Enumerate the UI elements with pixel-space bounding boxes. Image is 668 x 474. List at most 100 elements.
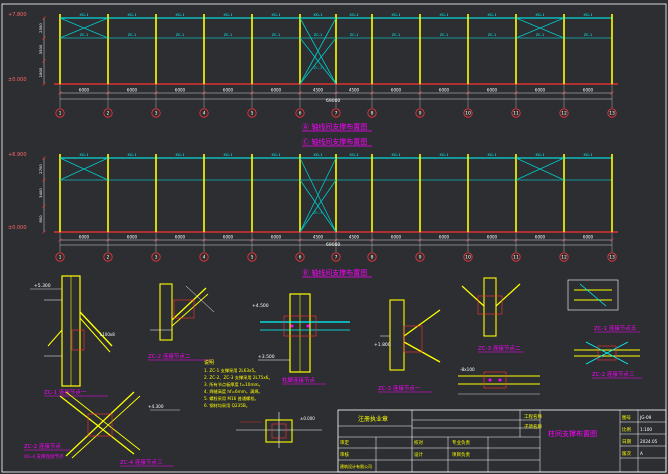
bay-dim-8: 6000: [391, 235, 402, 240]
frame1-total-dim: 69000: [326, 98, 340, 104]
beam-label-7: XG-1: [349, 152, 359, 157]
beam-label-9: XG-1: [439, 152, 449, 157]
note-line-6: 6. 钢材均采用 Q235B。: [204, 402, 250, 409]
axis-label: 9: [419, 255, 422, 261]
tb-row-3: 校对: [414, 439, 423, 446]
bay-dim-8: 6000: [391, 88, 402, 93]
beam-label-11: XG-1: [535, 152, 545, 157]
beam-label-12: XG-1: [583, 152, 593, 157]
bay-dim-3: 6000: [175, 235, 186, 240]
bay-dim-5: 6000: [271, 88, 282, 93]
axis-label: 11: [513, 255, 519, 261]
cad-drawing: 1 2 3 4 5 6 7 8 9 10 11 12 136000XG-1ZC-16000XG-1ZC-…: [1, 3, 667, 473]
strut-label-6: ZC-1: [314, 33, 323, 37]
note-line-4: 4. 焊缝高度 hf=6mm，满焊。: [204, 388, 263, 395]
beam-label-9: XG-1: [439, 12, 449, 17]
strut-label-10: ZC-1: [488, 33, 497, 37]
axis-label: 8: [371, 255, 374, 261]
side-dim-3: 1800: [38, 67, 43, 77]
bay-dim-4: 6000: [223, 235, 234, 240]
axis-label: 3: [155, 111, 158, 117]
axis-label: 13: [609, 111, 615, 117]
title-block-stamp: 注册执业章: [358, 415, 388, 423]
frame2-total-dim: 69000: [326, 242, 340, 248]
sheet-border: [1, 3, 667, 473]
notes-heading: 说明: [204, 359, 214, 366]
tb-col-1: 专业负责: [452, 439, 470, 446]
title-block-subitem: 子项名称: [524, 423, 542, 430]
bay-dim-11: 6000: [535, 88, 546, 93]
beam-label-10: XG-1: [487, 12, 497, 17]
bay-dim-1: 6000: [79, 88, 90, 93]
tb-right-2: 比例: [622, 426, 631, 433]
axis-label: 1: [59, 111, 62, 117]
notes-block: 1. ZC-1 支撑采用 2L63x5。2. ZC-2、ZC-3 支撑采用 2L…: [204, 367, 273, 409]
axis-label: 8: [371, 111, 374, 117]
side-dim-1: 2500: [38, 23, 43, 33]
bay-dim-4: 6000: [223, 88, 234, 93]
beam-label-1: XG-1: [79, 12, 89, 17]
bay-dim-9: 6000: [439, 235, 450, 240]
detail-5-title: ZC-3 连接节点二: [478, 344, 521, 352]
bay-dim-9: 6000: [439, 88, 450, 93]
strut-label-11: ZC-1: [536, 33, 545, 37]
axis-label: 9: [419, 111, 422, 117]
strut-label-1: ZC-1: [80, 33, 89, 37]
side-dim-3: 800: [38, 215, 43, 223]
axis-label: 7: [335, 255, 338, 261]
detail-3-elev: +4.500: [252, 303, 269, 309]
detail-4-elev: +1.800: [374, 342, 391, 348]
detail-7-title: ZC-2 连接节点三: [592, 370, 635, 378]
bay-dim-12: 6000: [583, 235, 594, 240]
detail-2-title: ZC-2 连接节点二: [148, 352, 191, 360]
beam-label-8: XG-1: [391, 12, 401, 17]
note-line-1: 1. ZC-1 支撑采用 2L63x5。: [204, 367, 258, 374]
side-dim-2: 3400: [38, 188, 43, 198]
beam-label-1: XG-1: [79, 152, 89, 157]
axis-label: 10: [465, 255, 471, 261]
axis-label: 4: [203, 111, 206, 117]
detail-3-title: 柱脚连接节点: [282, 376, 316, 384]
detail-9: [59, 391, 180, 459]
tb-row-1: 审定: [340, 439, 349, 446]
beam-label-4: XG-1: [223, 152, 233, 157]
bay-dim-3: 6000: [175, 88, 186, 93]
strut-label-12: ZC-1: [584, 33, 593, 37]
beam-label-5: XG-1: [271, 12, 281, 17]
detail-11-elev: ±0.000: [300, 416, 315, 421]
beam-label-3: XG-1: [175, 12, 185, 17]
tb-value-3: 2024.05: [640, 439, 658, 444]
beam-label-4: XG-1: [223, 12, 233, 17]
detail-1-title: ZC-1 连接节点一: [44, 388, 87, 396]
bay-dim-2: 6000: [127, 88, 138, 93]
bay-dim-12: 6000: [583, 88, 594, 93]
frame1-elev-bottom: ±0.000: [8, 77, 27, 83]
title-block-project: 工程名称: [524, 413, 542, 420]
bay-dim-7: 4500: [349, 88, 360, 93]
axis-label: 2: [107, 111, 110, 117]
tb-row-2: 审核: [340, 451, 349, 458]
bay-dim-2: 6000: [127, 235, 138, 240]
strut-label-2: ZC-1: [128, 33, 137, 37]
detail-1-elev: +5.300: [34, 283, 51, 289]
brace-label: ZC-3: [313, 210, 323, 215]
bay-dim-10: 6000: [487, 235, 498, 240]
frame2-elev-top: +6.900: [8, 152, 27, 158]
side-dim-2: 3500: [38, 44, 43, 54]
frame2-elev-bottom: ±0.000: [8, 225, 27, 231]
title-block-main-title: 柱间支撑布置图: [548, 429, 597, 438]
strut-label-5: ZC-1: [272, 33, 281, 37]
axis-label: 13: [609, 255, 615, 261]
brace-label: ZC-2: [313, 65, 323, 70]
bay-dim-7: 4500: [349, 235, 360, 240]
detail-8: [458, 371, 540, 395]
bay-dim-11: 6000: [535, 235, 546, 240]
detail-10-title: ZC-4 连接节点三: [120, 458, 163, 466]
tb-col-2: 项目负责: [452, 451, 470, 458]
bay-dim-1: 6000: [79, 235, 90, 240]
detail-8-section: -8x100: [460, 367, 475, 372]
tb-value-1: JG-09: [639, 415, 652, 420]
axis-label: 7: [335, 111, 338, 117]
axis-label: 4: [203, 255, 206, 261]
cad-drawing-canvas: 1 2 3 4 5 6 7 8 9 10 11 12 13 6000 XG-1 ZC-1 6000 XG-1 ZC-…: [0, 0, 668, 474]
